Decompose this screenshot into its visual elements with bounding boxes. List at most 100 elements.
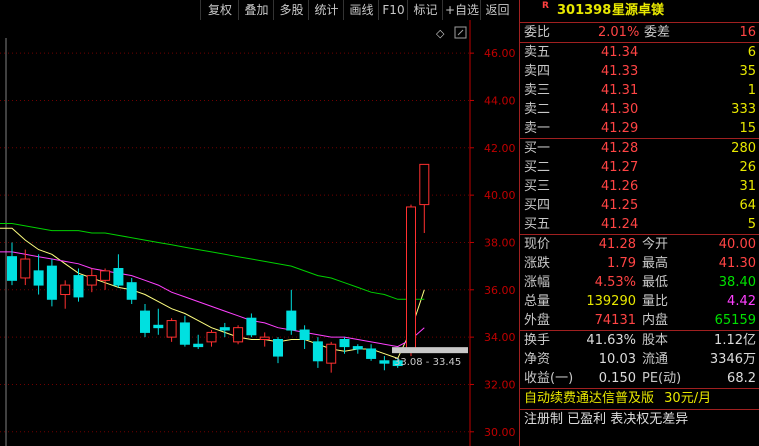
- ask-row[interactable]: 卖四 41.33 35: [520, 62, 759, 81]
- y-axis-label: 42.00: [484, 142, 516, 155]
- y-axis-label: 36.00: [484, 284, 516, 297]
- toolbar-item-1[interactable]: 叠加: [238, 0, 274, 20]
- ask-label: 卖四: [524, 64, 551, 79]
- ask-price: 41.34: [601, 45, 639, 60]
- stat-label: 最高: [642, 256, 669, 271]
- kline-chart[interactable]: 46.00 44.00 42.00 40.00 38.00 36.00 34.00 32.00…: [0, 20, 519, 446]
- stat-value: 68.2: [727, 371, 756, 386]
- stat-value: 139290: [586, 294, 636, 309]
- y-axis-label: 46.00: [484, 47, 516, 60]
- bid-row[interactable]: 买二 41.27 26: [520, 158, 759, 177]
- ask-label: 卖三: [524, 83, 551, 98]
- toolbar-item-8[interactable]: 返回: [480, 0, 514, 20]
- candle-body: [166, 320, 177, 338]
- stat-label: 换手: [524, 333, 551, 348]
- candle-body: [193, 343, 204, 348]
- stock-title: R 301398 星源卓镁: [520, 0, 759, 23]
- toolbar-item-4[interactable]: 画线: [343, 0, 379, 20]
- y-axis-label: 38.00: [484, 236, 516, 249]
- candle-body: [206, 331, 217, 343]
- y-axis-label: 30.00: [484, 426, 516, 439]
- y-axis-label: 44.00: [484, 94, 516, 107]
- ask-label: 卖二: [524, 102, 551, 117]
- kline-chart-svg: 46.00 44.00 42.00 40.00 38.00 36.00 34.00 32.00…: [0, 20, 516, 446]
- stat-label: 今开: [642, 237, 669, 252]
- weibi-row: 委比 2.01% 委差 16: [520, 23, 759, 42]
- toolbar: 复权 叠加 多股 统计 画线 F10 标记 +自选 返回: [0, 0, 519, 20]
- stat-value: 1.79: [607, 256, 636, 271]
- quote-panel: R 301398 星源卓镁 委比 2.01% 委差 16 卖五 41.34 6 卖四 4…: [519, 0, 759, 446]
- stat-label: 股本: [642, 333, 669, 348]
- candle-body: [339, 339, 350, 348]
- weicha-value: 16: [739, 25, 756, 40]
- bid-price: 41.26: [601, 179, 639, 194]
- candle-body: [219, 327, 230, 331]
- weicha-label: 委差: [644, 25, 671, 40]
- stat-label: 现价: [524, 237, 551, 252]
- bid-price: 41.24: [601, 217, 639, 232]
- bid-volume: 5: [747, 217, 756, 232]
- stat-label: 涨跌: [524, 256, 551, 271]
- bid-row[interactable]: 买一 41.28 280: [520, 139, 759, 158]
- ad-text: 自动续费通达信普及版: [524, 391, 655, 406]
- ask-book: 卖五 41.34 6 卖四 41.33 35 卖三 41.31 1 卖二 41.30 333 卖一 41.…: [520, 42, 759, 138]
- candle-body: [286, 310, 297, 331]
- stats2-row: 换手 41.63% 股本 1.12亿: [520, 331, 759, 350]
- toolbar-item-2[interactable]: 多股: [273, 0, 309, 20]
- stat-label: 净资: [524, 352, 551, 367]
- bid-row[interactable]: 买三 41.26 31: [520, 177, 759, 196]
- stat-label: 流通: [642, 352, 669, 367]
- stat-label: 内盘: [642, 313, 669, 328]
- candle-body: [366, 348, 377, 359]
- stats2-row: 净资 10.03 流通 3346万: [520, 350, 759, 369]
- price-range-label: 33.08 - 33.45: [394, 357, 461, 368]
- stat-label: PE(动): [642, 371, 682, 386]
- toolbar-item-3[interactable]: 统计: [308, 0, 344, 20]
- stat-label: 总量: [524, 294, 551, 309]
- y-axis-label: 34.00: [484, 331, 516, 344]
- ask-row[interactable]: 卖二 41.30 333: [520, 100, 759, 119]
- stat-value: 41.30: [718, 256, 756, 271]
- bid-volume: 31: [739, 179, 756, 194]
- bid-row[interactable]: 买五 41.24 5: [520, 215, 759, 234]
- candle-body: [140, 310, 150, 333]
- stats-row: 总量 139290 量比 4.42: [520, 292, 759, 311]
- candle-body: [233, 327, 244, 343]
- stat-value: 38.40: [718, 275, 756, 290]
- stats-block: 现价 41.28 今开 40.00 涨跌 1.79 最高 41.30 涨幅 4.53% 最低 38.4…: [520, 234, 759, 330]
- candle-body: [299, 329, 310, 340]
- stat-value: 41.28: [598, 237, 636, 252]
- stats-row: 涨跌 1.79 最高 41.30: [520, 254, 759, 273]
- ask-row[interactable]: 卖一 41.29 15: [520, 119, 759, 138]
- candle-body: [352, 346, 363, 350]
- toolbar-item-5[interactable]: F10: [378, 0, 408, 20]
- ad-banner[interactable]: 自动续费通达信普及版 30元/月: [520, 388, 759, 409]
- stock-name: 星源卓镁: [612, 3, 665, 18]
- candle-body: [179, 322, 190, 345]
- toolbar-item-0[interactable]: 复权: [200, 0, 239, 20]
- candle-body: [33, 270, 44, 286]
- candle-body: [73, 275, 84, 298]
- candle-body: [46, 265, 57, 300]
- stat-value: 1.12亿: [714, 333, 756, 348]
- ask-row[interactable]: 卖三 41.31 1: [520, 81, 759, 100]
- stat-value: 10.03: [598, 352, 636, 367]
- toolbar-item-7[interactable]: +自选: [442, 0, 481, 20]
- stat-label: 收益(一): [524, 371, 574, 386]
- stat-label: 涨幅: [524, 275, 551, 290]
- ask-price: 41.33: [601, 64, 639, 79]
- stats-row: 涨幅 4.53% 最低 38.40: [520, 273, 759, 292]
- bid-price: 41.27: [601, 160, 639, 175]
- title-mark: R: [542, 1, 549, 11]
- ask-price: 41.29: [601, 121, 639, 136]
- stat-value: 3346万: [709, 352, 756, 367]
- bid-row[interactable]: 买四 41.25 64: [520, 196, 759, 215]
- stat-value: 0.150: [598, 371, 636, 386]
- stat-value: 4.42: [727, 294, 756, 309]
- ask-price: 41.31: [601, 83, 639, 98]
- candle-body: [86, 275, 97, 286]
- bid-label: 买一: [524, 141, 551, 156]
- ask-row[interactable]: 卖五 41.34 6: [520, 43, 759, 62]
- toolbar-item-6[interactable]: 标记: [407, 0, 443, 20]
- stat-label: 外盘: [524, 313, 551, 328]
